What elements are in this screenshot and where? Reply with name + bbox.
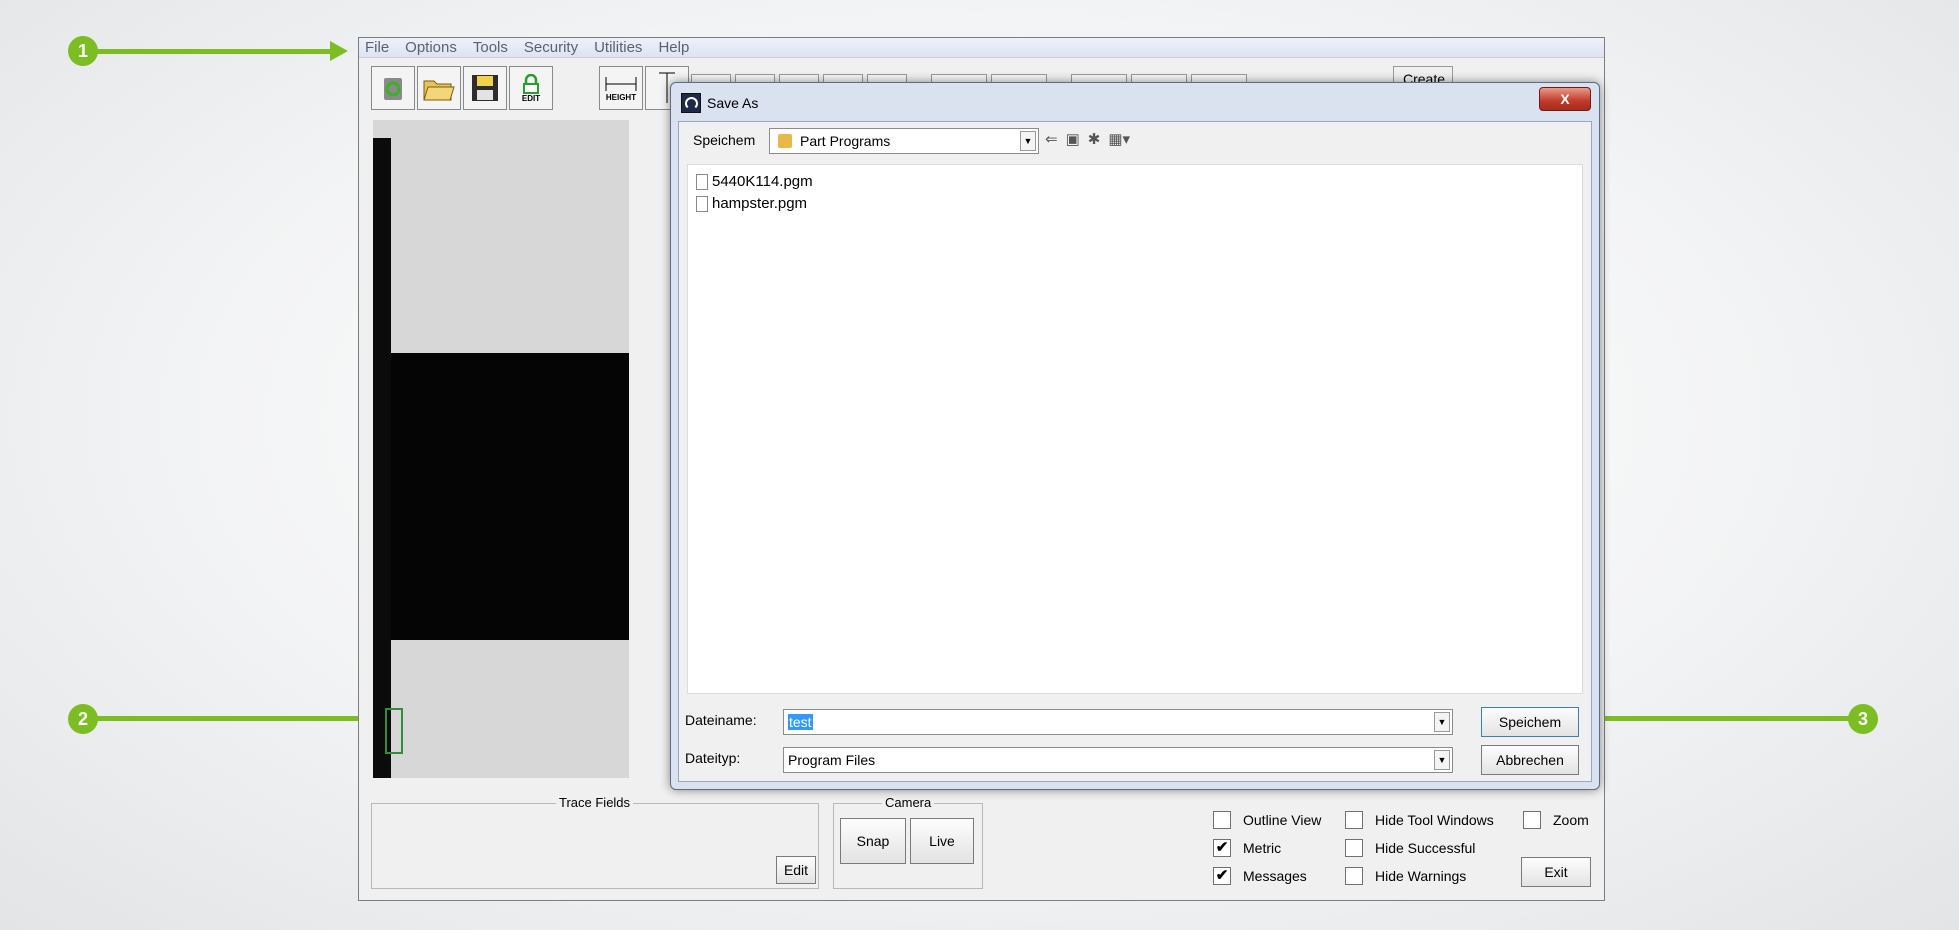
zoom-label: Zoom	[1553, 812, 1589, 828]
callout-3-arrow	[1576, 716, 1850, 721]
callout-3: 3	[1848, 704, 1878, 734]
chevron-down-icon[interactable]: ▼	[1434, 712, 1450, 732]
bottom-panel: Trace Fields Edit Camera Snap Live Outli…	[359, 793, 1604, 902]
dialog-nav-icons: ⇐ ▣ ✱ ▦▾	[1045, 130, 1130, 148]
menu-file[interactable]: File	[365, 39, 389, 56]
up-folder-icon[interactable]: ▣	[1066, 130, 1080, 148]
camera-edge-shadow	[373, 138, 391, 778]
hide-tool-windows-label: Hide Tool Windows	[1375, 812, 1494, 828]
recycle-icon	[384, 78, 402, 100]
edit-label: EDIT	[521, 93, 541, 103]
snap-button[interactable]: Snap	[840, 818, 906, 864]
height-button[interactable]: HEIGHT	[599, 66, 643, 110]
camera-view[interactable]	[373, 120, 629, 778]
callout-1-arrowhead	[330, 41, 348, 61]
filename-input[interactable]: test ▼	[783, 709, 1453, 735]
hide-successful-option[interactable]: Hide Successful	[1345, 839, 1475, 857]
metric-checkbox[interactable]: ✔	[1213, 839, 1231, 857]
chevron-down-icon[interactable]: ▼	[1020, 131, 1036, 151]
edit-button[interactable]: Edit	[776, 856, 816, 884]
new-folder-icon[interactable]: ✱	[1088, 130, 1101, 148]
filename-value: test	[788, 714, 813, 730]
dialog-close-button[interactable]: X	[1539, 87, 1591, 111]
folder-icon	[778, 134, 792, 148]
abbrechen-button[interactable]: Abbrechen	[1481, 745, 1579, 775]
save-in-value: Part Programs	[800, 133, 891, 149]
callout-1-arrow	[96, 49, 332, 54]
hide-successful-checkbox[interactable]	[1345, 839, 1363, 857]
save-in-label: Speichem	[693, 132, 756, 148]
menu-help[interactable]: Help	[658, 39, 689, 56]
open-button[interactable]	[417, 66, 461, 110]
callout-1: 1	[68, 36, 98, 66]
file-icon	[696, 195, 708, 212]
zoom-option[interactable]: Zoom	[1523, 811, 1589, 829]
dialog-titlebar: Save As	[681, 93, 758, 113]
hide-successful-label: Hide Successful	[1375, 840, 1476, 856]
camera-selection-box[interactable]	[385, 708, 403, 754]
list-item[interactable]: 5440K114.pgm	[696, 173, 813, 190]
dialog-title: Save As	[707, 95, 759, 111]
filetype-value: Program Files	[788, 752, 876, 768]
messages-checkbox[interactable]: ✔	[1213, 867, 1231, 885]
outline-view-option[interactable]: Outline View	[1213, 811, 1321, 829]
menu-utilities[interactable]: Utilities	[594, 39, 642, 56]
list-item[interactable]: hampster.pgm	[696, 195, 807, 212]
hide-warnings-checkbox[interactable]	[1345, 867, 1363, 885]
save-in-combo[interactable]: Part Programs ▼	[769, 128, 1039, 154]
edit-lock-button[interactable]: EDIT	[509, 66, 553, 110]
horizontal-measure-icon	[605, 76, 637, 91]
outline-view-label: Outline View	[1243, 812, 1322, 828]
exit-button[interactable]: Exit	[1521, 857, 1591, 887]
floppy-disk-icon	[472, 75, 498, 101]
hide-warnings-option[interactable]: Hide Warnings	[1345, 867, 1466, 885]
hide-tool-windows-option[interactable]: Hide Tool Windows	[1345, 811, 1494, 829]
file-icon	[696, 173, 708, 190]
messages-option[interactable]: ✔ Messages	[1213, 867, 1307, 885]
menu-options[interactable]: Options	[405, 39, 457, 56]
filename-label: Dateiname:	[685, 712, 757, 728]
messages-label: Messages	[1243, 868, 1307, 884]
live-button[interactable]: Live	[910, 818, 974, 864]
menu-security[interactable]: Security	[524, 39, 578, 56]
filetype-select[interactable]: Program Files ▼	[783, 747, 1453, 773]
hide-tool-windows-checkbox[interactable]	[1345, 811, 1363, 829]
menu-tools[interactable]: Tools	[473, 39, 508, 56]
dialog-body: Speichem Part Programs ▼ ⇐ ▣ ✱ ▦▾ 5440K1…	[678, 121, 1592, 782]
save-as-dialog: Save As X Speichem Part Programs ▼ ⇐ ▣ ✱…	[670, 82, 1600, 790]
camera-group: Camera Snap Live	[833, 795, 983, 889]
metric-option[interactable]: ✔ Metric	[1213, 839, 1281, 857]
outline-view-checkbox[interactable]	[1213, 811, 1231, 829]
file-name: hampster.pgm	[712, 195, 808, 212]
metric-label: Metric	[1243, 840, 1282, 856]
save-button[interactable]	[463, 66, 507, 110]
folder-open-icon	[423, 80, 455, 101]
trace-fields-group: Trace Fields Edit	[371, 795, 819, 889]
file-list[interactable]: 5440K114.pgm hampster.pgm	[687, 164, 1583, 694]
view-menu-icon[interactable]: ▦▾	[1108, 130, 1130, 148]
hide-warnings-label: Hide Warnings	[1375, 868, 1467, 884]
trace-fields-label: Trace Fields	[556, 795, 634, 810]
menu-bar: File Options Tools Security Utilities He…	[359, 38, 1604, 58]
height-label: HEIGHT	[605, 92, 637, 102]
callout-2: 2	[68, 704, 98, 734]
app-logo-icon	[681, 93, 701, 113]
recycle-button[interactable]	[371, 66, 415, 110]
zoom-checkbox[interactable]	[1523, 811, 1541, 829]
lock-icon	[523, 73, 539, 94]
filetype-label: Dateityp:	[685, 750, 741, 766]
camera-part-silhouette	[391, 353, 629, 640]
speichem-button[interactable]: Speichem	[1481, 707, 1579, 737]
file-name: 5440K114.pgm	[712, 173, 813, 190]
chevron-down-icon[interactable]: ▼	[1434, 750, 1450, 770]
camera-label: Camera	[882, 795, 935, 810]
back-arrow-icon[interactable]: ⇐	[1045, 130, 1058, 148]
